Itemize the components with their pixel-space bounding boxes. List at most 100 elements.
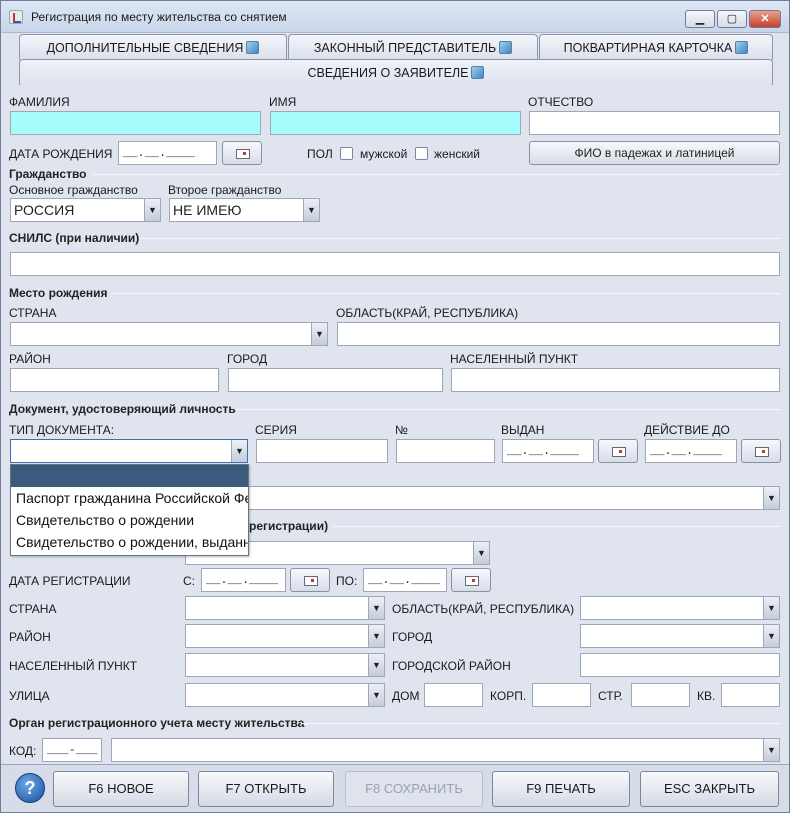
sex-label: ПОЛ	[307, 147, 333, 161]
window-title: Регистрация по месту жительства со сняти…	[31, 10, 287, 24]
chevron-down-icon: ▼	[763, 739, 779, 761]
doc-type-option-birth-cert-issued[interactable]: Свидетельство о рождении, выданное	[11, 531, 248, 553]
patronymic-label: ОТЧЕСТВО	[528, 95, 594, 109]
fio-cases-button[interactable]: ФИО в падежах и латиницей	[529, 141, 780, 165]
reg-city-district-input[interactable]	[580, 653, 780, 677]
registration-to-input[interactable]: __.__.____	[363, 568, 447, 592]
doc-issued-calendar-button[interactable]	[598, 439, 638, 463]
separator	[301, 723, 780, 724]
reg-settlement-combo[interactable]: ▼	[185, 653, 385, 677]
reg-country-label: СТРАНА	[9, 602, 57, 616]
name-input[interactable]	[270, 111, 521, 135]
reg-flat-input[interactable]	[721, 683, 780, 707]
doc-issued-input[interactable]: __.__.____	[502, 439, 594, 463]
doc-valid-input[interactable]: __.__.____	[645, 439, 737, 463]
minimize-button[interactable]: ▁	[685, 10, 715, 28]
male-label: мужской	[360, 147, 408, 161]
birth-district-label: РАЙОН	[9, 352, 51, 366]
main-citizenship-combo[interactable]: РОССИЯ ▼	[10, 198, 161, 222]
reg-building-input[interactable]	[532, 683, 591, 707]
reg-city-combo[interactable]: ▼	[580, 624, 780, 648]
doc-type-label: ТИП ДОКУМЕНТА:	[9, 423, 115, 437]
doc-type-combo[interactable]: ▼	[10, 439, 248, 463]
second-citizenship-combo[interactable]: НЕ ИМЕЮ ▼	[169, 198, 320, 222]
snils-input[interactable]	[10, 252, 780, 276]
chevron-down-icon: ▼	[763, 625, 779, 647]
birthdate-input[interactable]: __.__.____	[118, 141, 217, 165]
reg-structure-input[interactable]	[631, 683, 690, 707]
registration-date-label: ДАТА РЕГИСТРАЦИИ	[9, 574, 131, 588]
chevron-down-icon: ▼	[473, 542, 489, 564]
doc-number-label: №	[395, 423, 408, 437]
doc-series-input[interactable]	[256, 439, 388, 463]
birth-district-input[interactable]	[10, 368, 219, 392]
birth-country-combo[interactable]: ▼	[10, 322, 328, 346]
new-button[interactable]: F6 НОВОЕ	[53, 771, 189, 807]
tab-label: ДОПОЛНИТЕЛЬНЫЕ СВЕДЕНИЯ	[46, 41, 244, 55]
surname-input[interactable]	[10, 111, 261, 135]
chevron-down-icon: ▼	[231, 440, 247, 462]
reg-country-combo[interactable]: ▼	[185, 596, 385, 620]
chevron-down-icon: ▼	[368, 684, 384, 706]
birth-settlement-label: НАСЕЛЕННЫЙ ПУНКТ	[450, 352, 579, 366]
registration-to-calendar-button[interactable]	[451, 568, 491, 592]
birth-settlement-input[interactable]	[451, 368, 780, 392]
title-bar: Регистрация по месту жительства со сняти…	[1, 1, 789, 33]
tab-label: ПОКВАРТИРНАЯ КАРТОЧКА	[563, 41, 733, 55]
authority-combo[interactable]: ▼	[111, 738, 780, 762]
doc-series-label: СЕРИЯ	[255, 423, 297, 437]
java-app-icon	[9, 10, 23, 24]
doc-type-option-empty[interactable]	[11, 465, 248, 487]
female-checkbox[interactable]	[415, 147, 428, 160]
tab-info-icon	[246, 41, 260, 54]
reg-district-label: РАЙОН	[9, 630, 51, 644]
maximize-button[interactable]: ▢	[717, 10, 747, 28]
tab-strip: ДОПОЛНИТЕЛЬНЫЕ СВЕДЕНИЯ ЗАКОННЫЙ ПРЕДСТА…	[1, 33, 789, 89]
reg-street-label: УЛИЦА	[9, 689, 50, 703]
female-label: женский	[434, 147, 480, 161]
name-label: ИМЯ	[269, 95, 297, 109]
tab-label: ЗАКОННЫЙ ПРЕДСТАВИТЕЛЬ	[313, 41, 497, 55]
reg-settlement-label: НАСЕЛЕННЫЙ ПУНКТ	[9, 659, 138, 673]
tab-legal-representative[interactable]: ЗАКОННЫЙ ПРЕДСТАВИТЕЛЬ	[288, 34, 538, 60]
birth-city-input[interactable]	[228, 368, 443, 392]
male-checkbox[interactable]	[340, 147, 353, 160]
reg-house-label: ДОМ	[392, 689, 420, 703]
app-window: Регистрация по месту жительства со сняти…	[0, 0, 790, 813]
birthdate-calendar-button[interactable]	[222, 141, 262, 165]
help-icon[interactable]: ?	[15, 773, 45, 803]
reg-structure-label: СТР.	[598, 689, 623, 703]
tab-applicant-info[interactable]: СВЕДЕНИЯ О ЗАЯВИТЕЛЕ	[19, 59, 773, 85]
doc-type-option-passport[interactable]: Паспорт гражданина Российской Федерации	[11, 487, 248, 509]
save-button[interactable]: F8 СОХРАНИТЬ	[345, 771, 483, 807]
close-button[interactable]: ESC ЗАКРЫТЬ	[640, 771, 779, 807]
close-window-button[interactable]: ✕	[749, 10, 781, 28]
tab-apartment-card[interactable]: ПОКВАРТИРНАЯ КАРТОЧКА	[539, 34, 773, 60]
tab-info-icon	[735, 41, 749, 54]
authority-code-input[interactable]: ___-___	[42, 738, 102, 762]
tab-additional-info[interactable]: ДОПОЛНИТЕЛЬНЫЕ СВЕДЕНИЯ	[19, 34, 287, 60]
reg-house-input[interactable]	[424, 683, 483, 707]
chevron-down-icon: ▼	[368, 597, 384, 619]
birth-region-input[interactable]	[337, 322, 780, 346]
print-button[interactable]: F9 ПЕЧАТЬ	[492, 771, 630, 807]
doc-number-input[interactable]	[396, 439, 495, 463]
doc-valid-label: ДЕЙСТВИЕ ДО	[644, 423, 730, 437]
authority-code-label: КОД:	[9, 744, 37, 758]
doc-valid-calendar-button[interactable]	[741, 439, 781, 463]
reg-region-combo[interactable]: ▼	[580, 596, 780, 620]
patronymic-input[interactable]	[529, 111, 780, 135]
registration-from-calendar-button[interactable]	[290, 568, 330, 592]
registration-from-input[interactable]: __.__.____	[201, 568, 286, 592]
birthplace-section-title: Место рождения	[9, 286, 108, 300]
birth-region-label: ОБЛАСТЬ(КРАЙ, РЕСПУБЛИКА)	[336, 306, 519, 320]
birth-country-label: СТРАНА	[9, 306, 57, 320]
reg-district-combo[interactable]: ▼	[185, 624, 385, 648]
reg-city-district-label: ГОРОДСКОЙ РАЙОН	[392, 659, 511, 673]
chevron-down-icon: ▼	[311, 323, 327, 345]
surname-label: ФАМИЛИЯ	[9, 95, 70, 109]
doc-type-option-birth-cert[interactable]: Свидетельство о рождении	[11, 509, 248, 531]
reg-street-combo[interactable]: ▼	[185, 683, 385, 707]
registration-from-label: С:	[183, 574, 195, 588]
open-button[interactable]: F7 ОТКРЫТЬ	[198, 771, 334, 807]
